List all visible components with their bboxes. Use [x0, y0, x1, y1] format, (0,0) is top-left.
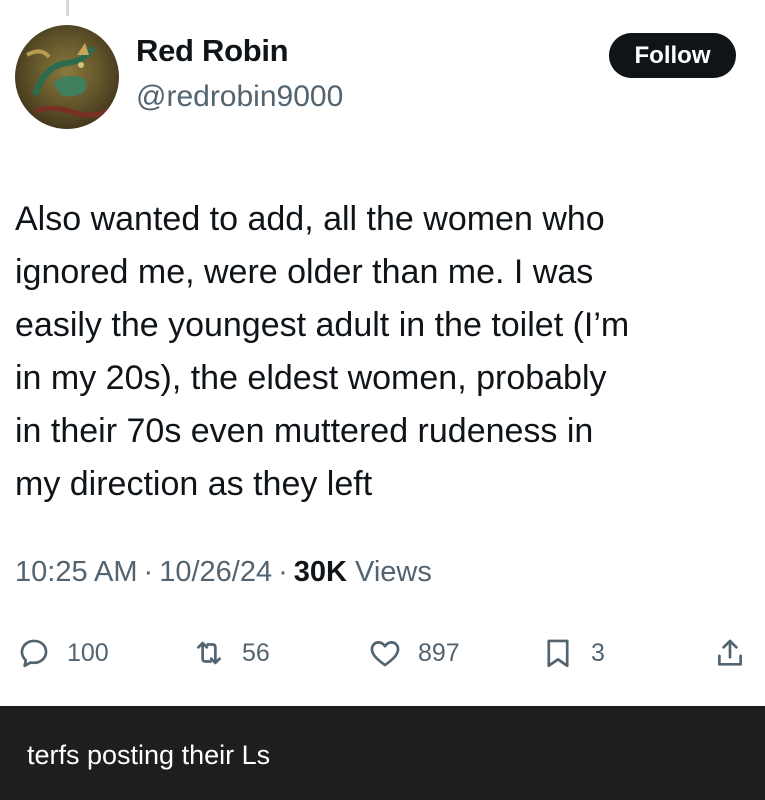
reply-count: 100 [67, 638, 109, 667]
author-name[interactable]: Red Robin [136, 33, 289, 69]
post-caption: terfs posting their Ls [27, 740, 271, 770]
tweet-meta: 10:25 AM · 10/26/24 · 30K Views [15, 556, 432, 589]
thread-line [66, 0, 69, 16]
author-handle[interactable]: @redrobin9000 [136, 80, 343, 114]
follow-button[interactable]: Follow [609, 33, 736, 78]
bookmark-icon [547, 639, 569, 668]
share-button[interactable] [713, 630, 747, 676]
repost-button[interactable]: 56 [192, 630, 270, 676]
avatar[interactable] [15, 25, 119, 129]
views-label: Views [355, 556, 432, 588]
share-icon [718, 639, 742, 666]
tweet-card: Red Robin @redrobin9000 Follow Also want… [0, 0, 765, 706]
tweet-time[interactable]: 10:25 AM [15, 556, 138, 588]
bookmark-count: 3 [591, 638, 605, 667]
caption-bar: terfs posting their Ls [0, 706, 765, 800]
tweet-text: Also wanted to add, all the women who ig… [15, 200, 630, 503]
avatar-image [15, 25, 119, 129]
repost-icon [197, 641, 221, 665]
meta-separator: · [278, 556, 288, 588]
reply-button[interactable]: 100 [17, 630, 109, 676]
repost-count: 56 [242, 638, 270, 667]
reply-icon [20, 639, 48, 668]
like-icon [370, 641, 400, 667]
like-count: 897 [418, 638, 460, 667]
bookmark-button[interactable]: 3 [541, 630, 605, 676]
like-button[interactable]: 897 [368, 630, 460, 676]
meta-separator: · [143, 556, 154, 588]
action-bar: 100 56 897 3 [0, 630, 765, 676]
views-count: 30K [293, 556, 347, 588]
tweet-date[interactable]: 10/26/24 [159, 556, 272, 588]
